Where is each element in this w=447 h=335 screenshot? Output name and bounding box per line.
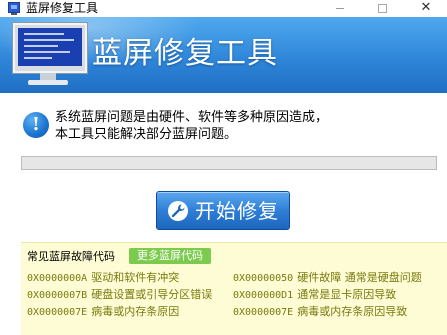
error-code: 0X0000007E — [233, 307, 294, 318]
minimize-button[interactable] — [320, 0, 360, 17]
start-repair-label: 开始修复 — [195, 199, 279, 223]
start-repair-button[interactable]: 开始修复 — [156, 191, 290, 230]
error-description: 硬盘设置或引导分区错误 — [91, 288, 213, 301]
error-code-item: 0X000000D1 通常是显卡原因导致 — [233, 288, 396, 303]
header-banner: 蓝屏修复工具 — [0, 17, 447, 93]
bsod-text-line — [24, 51, 70, 53]
more-codes-button[interactable]: 更多蓝屏代码 — [129, 248, 211, 264]
error-code: 0X0000000A — [27, 273, 88, 284]
error-description: 驱动和软件有冲突 — [91, 271, 180, 284]
bsod-text-line — [24, 39, 74, 41]
error-description: 病毒或内存条原因导致 — [297, 305, 408, 318]
bsod-text-line — [24, 33, 64, 35]
repair-progress-bar — [21, 156, 437, 170]
monitor-screen — [18, 28, 82, 66]
error-code: 0X000000D1 — [233, 290, 294, 301]
title-bar: 蓝屏修复工具 ✕ — [0, 0, 447, 17]
info-text-line-1: 系统蓝屏问题是由硬件、软件等多种原因造成， — [55, 110, 329, 125]
close-button[interactable]: ✕ — [406, 0, 446, 17]
error-code: 0X0000007B — [27, 290, 88, 301]
error-description: 病毒或内存条原因 — [91, 305, 180, 318]
maximize-button[interactable] — [362, 0, 402, 17]
bsod-text-line — [24, 45, 58, 47]
error-description: 硬件故障 通常是硬盘问题 — [297, 271, 422, 284]
error-code: 0X0000007E — [27, 307, 88, 318]
wrench-icon — [168, 201, 188, 221]
error-code-item: 0X0000007B 硬盘设置或引导分区错误 — [27, 288, 212, 303]
banner-title: 蓝屏修复工具 — [92, 36, 278, 71]
error-code-item: 0X00000050 硬件故障 通常是硬盘问题 — [233, 271, 422, 286]
error-code: 0X00000050 — [233, 273, 294, 284]
monitor-icon — [13, 23, 87, 73]
monitor-base — [28, 80, 68, 85]
error-code-item: 0X0000007E 病毒或内存条原因 — [27, 305, 179, 320]
window-title: 蓝屏修复工具 — [26, 1, 99, 15]
app-monitor-icon — [8, 2, 20, 13]
close-icon: ✕ — [420, 0, 432, 15]
maximize-icon — [377, 4, 387, 13]
minimize-icon — [336, 8, 344, 9]
error-codes-panel: 常见蓝屏故障代码 更多蓝屏代码 0X0000000A 驱动和软件有冲突 0X000… — [21, 242, 447, 335]
bsod-text-line — [24, 57, 52, 59]
error-description: 通常是显卡原因导致 — [297, 288, 397, 301]
error-code-item: 0X0000007E 病毒或内存条原因导致 — [233, 305, 407, 320]
info-icon: ! — [23, 112, 49, 138]
codes-panel-title: 常见蓝屏故障代码 — [27, 250, 115, 263]
info-text-line-2: 本工具只能解决部分蓝屏问题。 — [55, 127, 238, 142]
error-code-item: 0X0000000A 驱动和软件有冲突 — [27, 271, 179, 286]
app-monitor-icon-stand — [11, 13, 17, 15]
